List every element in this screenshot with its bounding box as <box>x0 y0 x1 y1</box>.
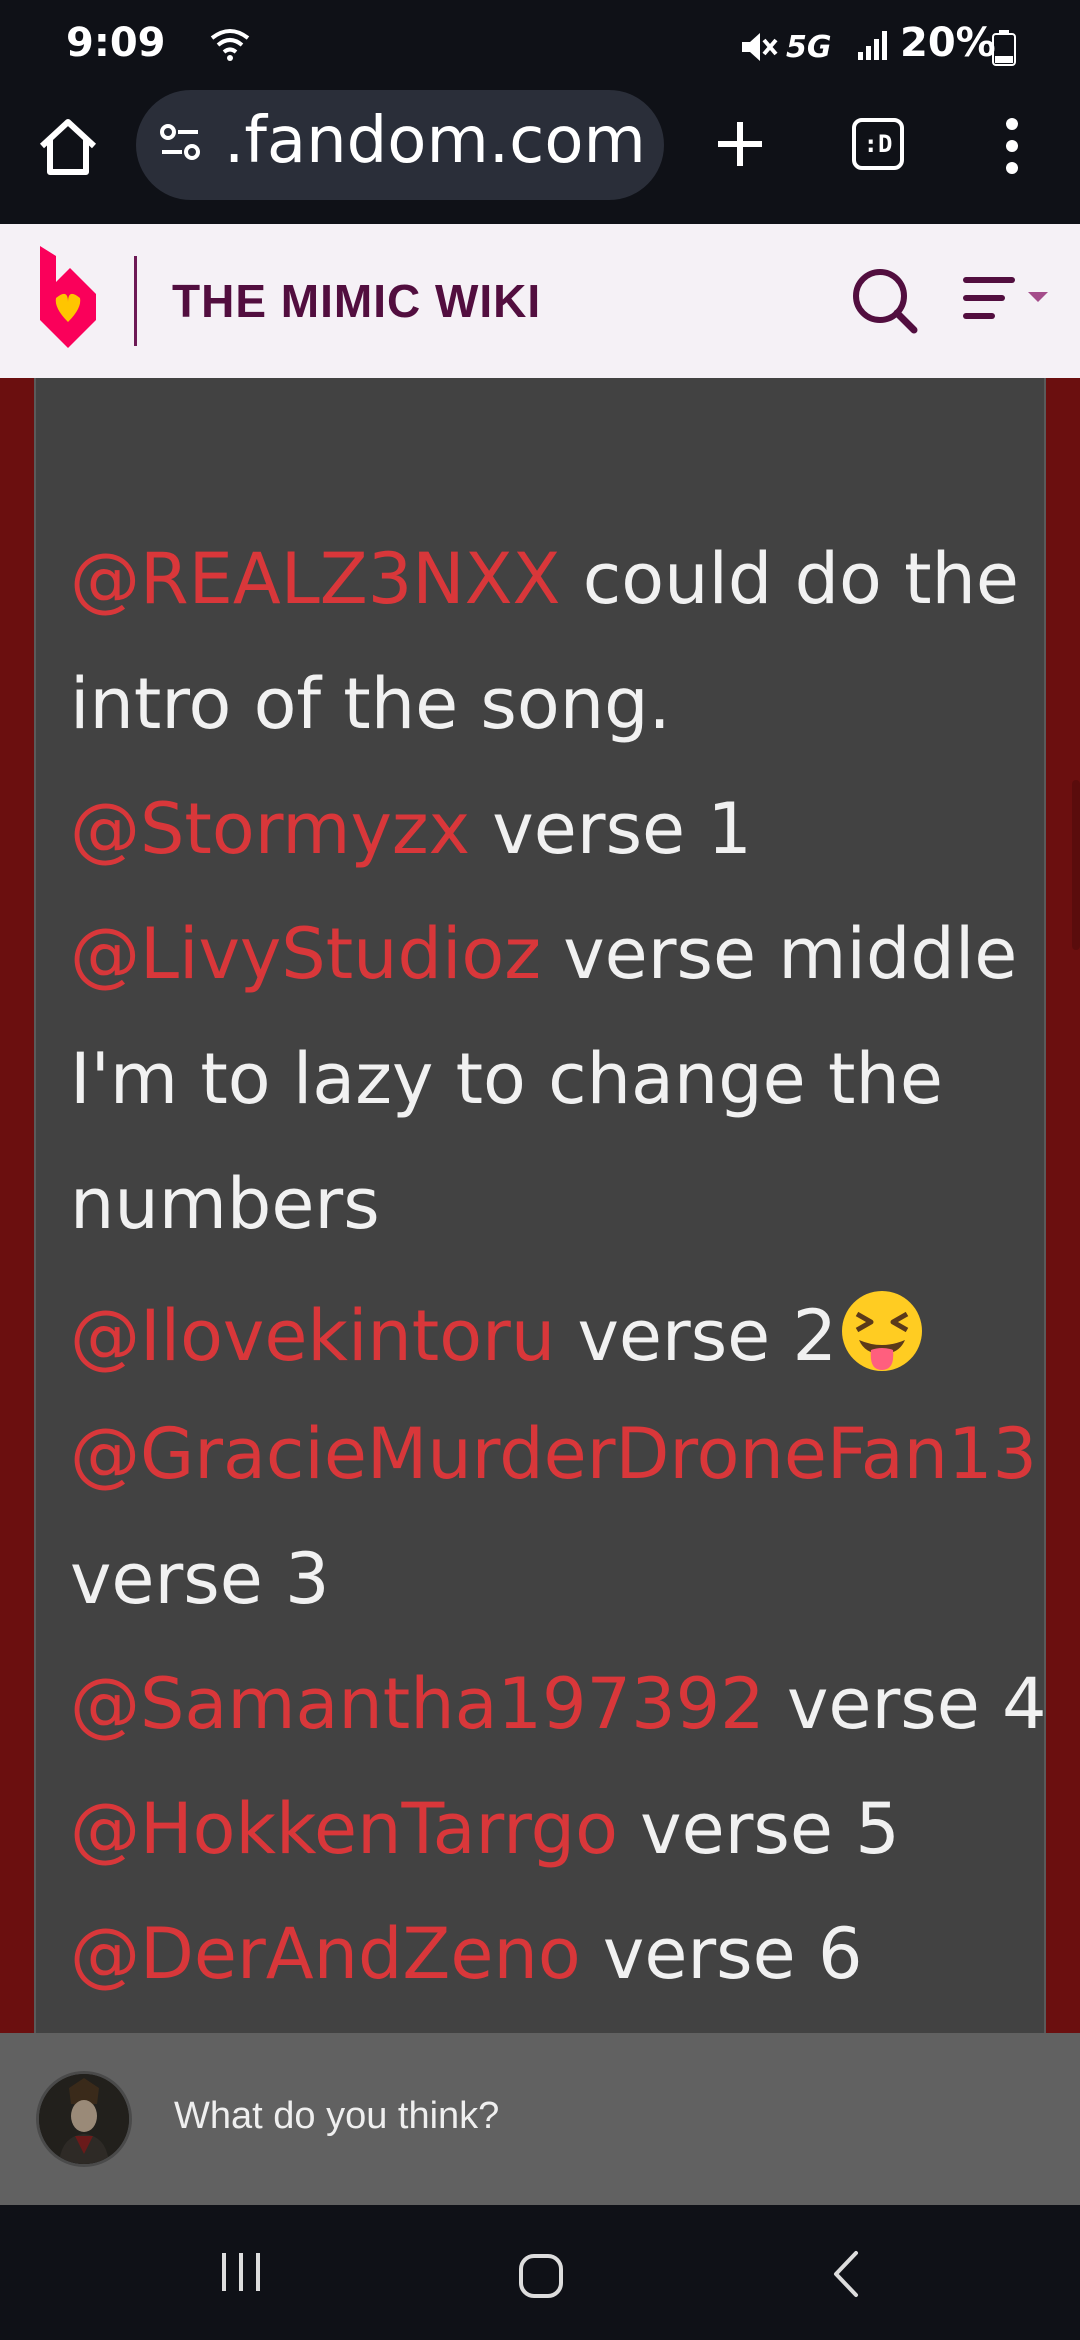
user-mention[interactable]: @GracieMurderDroneFan13 <box>70 1413 1037 1495</box>
comment-line: @REALZ3NXX could do the <box>70 538 1019 620</box>
new-tab-icon[interactable] <box>708 112 772 176</box>
wifi-icon <box>210 29 250 61</box>
header-divider <box>134 256 137 346</box>
browser-toolbar: .fandom.com :D <box>0 90 1080 224</box>
user-mention[interactable]: @HokkenTarrgo <box>70 1788 618 1870</box>
site-settings-icon[interactable] <box>158 120 202 164</box>
user-mention[interactable]: @REALZ3NXX <box>70 538 561 620</box>
wiki-header: THE MIMIC WIKI <box>0 224 1080 378</box>
status-bar: 9:09 5G 20% <box>0 0 1080 90</box>
comment-line: intro of the song. <box>70 663 671 745</box>
reply-input[interactable]: What do you think? <box>174 2095 499 2138</box>
comment-text: numbers <box>70 1163 380 1245</box>
comment-text: verse 6 <box>580 1913 863 1995</box>
comment-line: @Samantha197392 verse 4 <box>70 1663 1047 1745</box>
user-mention[interactable]: @DerAndZeno <box>70 1913 581 1995</box>
signal-icon <box>858 31 887 60</box>
home-icon[interactable] <box>36 116 100 180</box>
comment-text: I'm to lazy to change the <box>70 1038 943 1120</box>
comment-text: verse 3 <box>70 1538 330 1620</box>
recents-icon[interactable] <box>218 2249 264 2295</box>
comment-text: intro of the song. <box>70 663 671 745</box>
status-time: 9:09 <box>66 20 166 66</box>
comment-text: verse 2 <box>555 1295 838 1377</box>
fandom-logo-icon[interactable] <box>32 242 104 354</box>
comment-line: numbers <box>70 1163 380 1245</box>
avatar[interactable] <box>36 2071 132 2167</box>
mute-icon <box>742 33 778 61</box>
more-options-icon[interactable] <box>1000 114 1024 178</box>
battery-icon <box>992 30 1016 66</box>
comment-line: @DerAndZeno verse 6 <box>70 1913 863 1995</box>
comment-line: I'm to lazy to change the <box>70 1038 943 1120</box>
comment-line: @Ilovekintoru verse 2 <box>70 1288 925 1377</box>
tab-switcher-button[interactable]: :D <box>852 118 904 170</box>
user-mention[interactable]: @Samantha197392 <box>70 1663 765 1745</box>
home-nav-icon[interactable] <box>518 2253 564 2299</box>
user-mention[interactable]: @Stormyzx <box>70 788 470 870</box>
url-text[interactable]: .fandom.com <box>224 104 646 178</box>
network-label: 5G <box>786 30 832 65</box>
search-icon[interactable] <box>850 266 920 336</box>
comment-line: @LivyStudioz verse middle <box>70 913 1017 995</box>
scrollbar-thumb[interactable] <box>1072 780 1080 950</box>
comment-line: @HokkenTarrgo verse 5 <box>70 1788 900 1870</box>
battery-percent: 20% <box>900 20 996 66</box>
system-nav-bar <box>0 2205 1080 2340</box>
wiki-title[interactable]: THE MIMIC WIKI <box>172 274 541 328</box>
comment-text: could do the <box>560 538 1019 620</box>
comment-text: verse middle <box>541 913 1018 995</box>
navigation-menu-icon[interactable] <box>962 274 1052 324</box>
user-mention[interactable]: @LivyStudioz <box>70 913 541 995</box>
address-bar[interactable]: .fandom.com <box>136 90 664 200</box>
comment-line: verse 3 <box>70 1538 330 1620</box>
comment-line: @Stormyzx verse 1 <box>70 788 752 870</box>
comment-text: verse 5 <box>617 1788 900 1870</box>
user-mention[interactable]: @Ilovekintoru <box>70 1295 555 1377</box>
comment-line: @GracieMurderDroneFan13 <box>70 1413 1037 1495</box>
reply-bar[interactable]: What do you think? <box>0 2033 1080 2205</box>
comment-text: verse 4 <box>764 1663 1047 1745</box>
comment-text: verse 1 <box>470 788 752 870</box>
back-icon[interactable] <box>830 2249 860 2299</box>
squinting-tongue-emoji-icon <box>842 1291 923 1371</box>
